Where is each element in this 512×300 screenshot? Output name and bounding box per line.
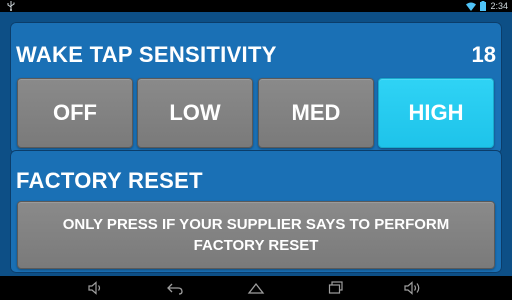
sensitivity-high-button[interactable]: HIGH [378,78,494,148]
factory-reset-title: FACTORY RESET [16,168,203,193]
wake-tap-panel: WAKE TAP SENSITIVITY 18 OFF LOW MED HIGH [10,22,502,154]
sensitivity-med-button[interactable]: MED [258,78,374,148]
home-icon[interactable] [247,281,265,295]
status-time: 2:34 [490,1,508,11]
volume-down-icon[interactable] [88,281,104,295]
factory-reset-button[interactable]: ONLY PRESS IF YOUR SUPPLIER SAYS TO PERF… [17,201,495,269]
sensitivity-low-button[interactable]: LOW [137,78,253,148]
status-bar: 2:34 [0,0,512,12]
battery-icon [480,1,487,11]
back-icon[interactable] [166,281,184,295]
wake-tap-value: 18 [471,42,496,67]
wifi-icon [466,2,477,11]
sensitivity-off-button[interactable]: OFF [17,78,133,148]
navigation-bar [0,276,512,300]
wake-tap-title: WAKE TAP SENSITIVITY [16,42,277,67]
usb-icon [7,1,15,11]
recents-icon[interactable] [328,281,344,295]
app-content: WAKE TAP SENSITIVITY 18 OFF LOW MED HIGH… [0,12,512,276]
factory-reset-panel: FACTORY RESET ONLY PRESS IF YOUR SUPPLIE… [10,150,502,273]
volume-up-icon[interactable] [404,281,422,295]
